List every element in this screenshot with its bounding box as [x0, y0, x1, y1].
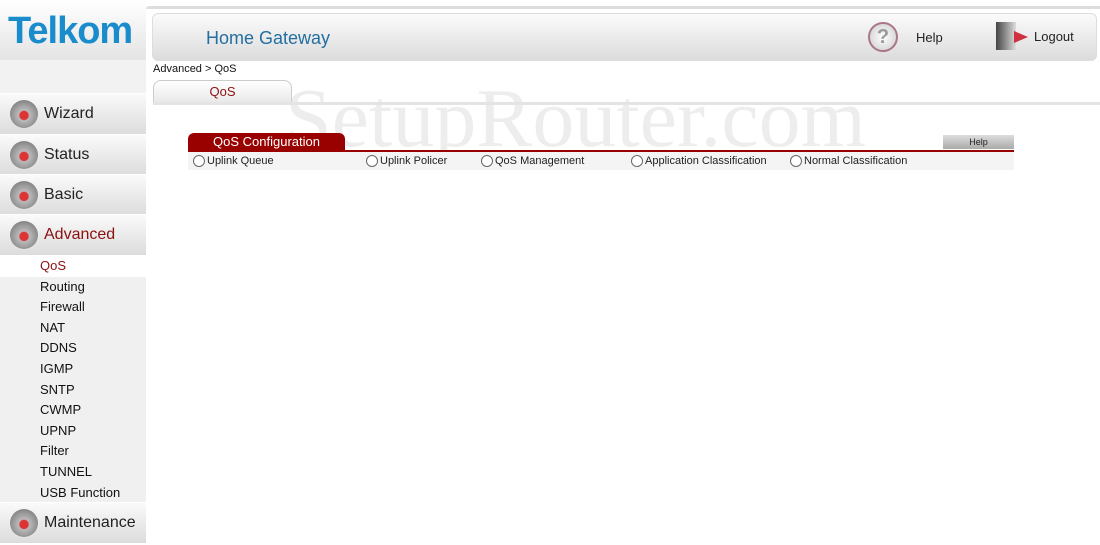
- nav-label: Basic: [44, 186, 84, 203]
- radio-application-classification[interactable]: Application Classification: [631, 155, 767, 167]
- submenu-item-igmp[interactable]: IGMP: [0, 359, 146, 380]
- breadcrumb: Advanced > QoS: [153, 63, 237, 75]
- nav-basic[interactable]: Basic: [0, 174, 146, 215]
- submenu-item-nat[interactable]: NAT: [0, 317, 146, 339]
- help-icon: ?: [868, 22, 898, 52]
- logout-label: Logout: [1034, 28, 1074, 44]
- header: Home Gateway ? Help Logout: [152, 13, 1097, 61]
- tab-qos[interactable]: QoS: [153, 80, 292, 103]
- nav-advanced[interactable]: Advanced: [0, 214, 146, 255]
- page-title: Home Gateway: [206, 28, 331, 48]
- radio-icon[interactable]: [790, 155, 802, 167]
- telkom-logo: Telkom: [8, 10, 133, 52]
- logout-button[interactable]: Logout: [996, 22, 1074, 50]
- tools-icon: [10, 181, 38, 209]
- submenu-item-tunnel[interactable]: TUNNEL: [0, 462, 146, 483]
- help-label: Help: [916, 29, 943, 45]
- submenu-item-routing[interactable]: Routing: [0, 276, 146, 298]
- maintenance-icon: [10, 509, 38, 537]
- submenu-item-usb-function[interactable]: USB Function: [0, 482, 146, 504]
- radio-label: Uplink Queue: [207, 155, 274, 167]
- submenu-item-cwmp[interactable]: CWMP: [0, 400, 146, 421]
- panel-title: QoS Configuration: [188, 133, 345, 150]
- submenu-item-upnp[interactable]: UPNP: [0, 420, 146, 442]
- qos-options: Uplink Queue Uplink Policer QoS Manageme…: [188, 152, 1014, 170]
- panel-help-button[interactable]: Help: [943, 135, 1014, 149]
- top-border: [146, 6, 1100, 9]
- nav-maintenance[interactable]: Maintenance: [0, 502, 146, 543]
- help-button[interactable]: ? Help: [868, 22, 943, 52]
- tab-divider: [153, 102, 1100, 105]
- nav-label: Wizard: [44, 105, 94, 122]
- wizard-icon: [10, 100, 38, 128]
- nav-wizard[interactable]: Wizard: [0, 93, 146, 134]
- submenu-item-qos[interactable]: QoS: [0, 256, 146, 277]
- submenu-item-firewall[interactable]: Firewall: [0, 297, 146, 318]
- radio-label: Uplink Policer: [380, 155, 448, 167]
- radio-icon[interactable]: [481, 155, 493, 167]
- submenu-item-sntp[interactable]: SNTP: [0, 379, 146, 401]
- nav-label: Maintenance: [44, 514, 136, 531]
- sidebar-spacer: [0, 60, 146, 93]
- nav-label: Status: [44, 146, 90, 163]
- radio-label: Application Classification: [645, 155, 767, 167]
- submenu-item-filter[interactable]: Filter: [0, 441, 146, 462]
- nav-status[interactable]: Status: [0, 134, 146, 175]
- submenu-item-ddns[interactable]: DDNS: [0, 338, 146, 359]
- radio-qos-management[interactable]: QoS Management: [481, 155, 584, 167]
- radio-icon[interactable]: [631, 155, 643, 167]
- gear-icon: [10, 141, 38, 169]
- nav-label: Advanced: [44, 226, 116, 243]
- logout-icon: [996, 22, 1028, 50]
- radio-label: Normal Classification: [804, 155, 908, 167]
- advanced-icon: [10, 221, 38, 249]
- radio-label: QoS Management: [495, 155, 585, 167]
- radio-uplink-queue[interactable]: Uplink Queue: [193, 155, 274, 167]
- radio-uplink-policer[interactable]: Uplink Policer: [366, 155, 447, 167]
- radio-icon[interactable]: [366, 155, 378, 167]
- radio-icon[interactable]: [193, 155, 205, 167]
- radio-normal-classification[interactable]: Normal Classification: [790, 155, 907, 167]
